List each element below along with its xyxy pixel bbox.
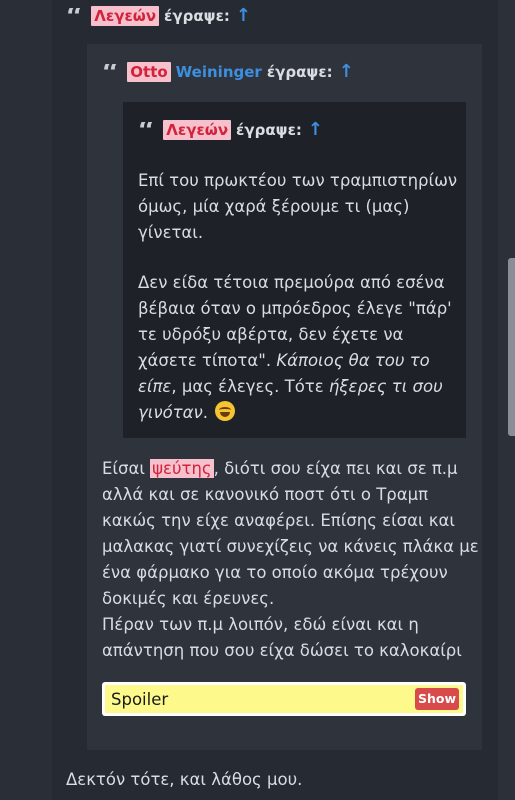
text-line: Επί του πρωκτέου των τραμπιστηρίων <box>138 171 458 190</box>
highlighted-word: ψεύτης <box>150 459 214 478</box>
text-span: , διότι σου είχα πει και σε π.μ <box>213 459 458 478</box>
quote-2-author-first[interactable]: Otto <box>127 62 171 82</box>
text-line: Πέραν των π.μ λοιπόν, εδώ είναι και η <box>102 615 419 634</box>
text-line: κακώς την είχε αναφέρει. Επίσης είσαι κα… <box>102 511 455 530</box>
quote-icon: “ <box>66 8 83 24</box>
text-span: Είσαι <box>102 459 151 478</box>
spoiler-show-button[interactable]: Show <box>414 688 459 710</box>
quote-1-attribution: “ Λεγεών έγραψε: ↑ <box>66 6 251 26</box>
quote-icon: “ <box>138 122 155 138</box>
text-line: είπε, μας έλεγες. Τότε ήξερες τι σου <box>138 374 452 400</box>
quote-3-wrote-label: έγραψε: <box>236 121 302 139</box>
text-line: γινόταν. <box>138 400 452 426</box>
spoiler-label: Spoiler <box>111 689 169 709</box>
reply-body: Είσαι ψεύτης, διότι σου είχα πει και σε … <box>102 456 479 664</box>
quote-3-paragraph-2: Δεν είδα τέτοια πρεμούρα από εσένα βέβαι… <box>138 270 452 426</box>
quote-3-paragraph-1: Επί του πρωκτέου των τραμπιστηρίων όμως,… <box>138 168 457 246</box>
italic-text: γινόταν <box>138 403 203 422</box>
laughing-emoji-icon <box>215 401 236 421</box>
quote-1-author-link[interactable]: Λεγεών <box>91 6 160 26</box>
up-arrow-icon[interactable]: ↑ <box>339 63 354 81</box>
spoiler-header: Spoiler Show <box>105 685 463 713</box>
quote-3-author-link[interactable]: Λεγεών <box>163 120 232 140</box>
text-line: όμως, μία χαρά ξέρουμε τι (μας) <box>138 197 410 216</box>
text-line: δοκιμές και έρευνες. <box>102 589 275 608</box>
up-arrow-icon[interactable]: ↑ <box>236 7 251 25</box>
scrollbar-thumb[interactable] <box>508 258 515 436</box>
text-span: . <box>202 403 208 422</box>
left-margin <box>0 0 52 800</box>
text-line: αλλά και σε κανονικό ποστ ότι ο Τραμπ <box>102 485 429 504</box>
quote-2-attribution: “ Otto Weininger έγραψε: ↑ <box>102 62 354 82</box>
up-arrow-icon[interactable]: ↑ <box>308 121 323 139</box>
forum-page: “ Λεγεών έγραψε: ↑ “ Otto Weininger έγρα… <box>0 0 515 800</box>
text-line: Είσαι ψεύτης, διότι σου είχα πει και σε … <box>102 456 479 482</box>
text-span: , μας έλεγες. Τότε <box>171 377 329 396</box>
text-line: τε υδρόξυ αβέρτα, δεν έχετε να <box>138 325 404 344</box>
quote-1-wrote-label: έγραψε: <box>164 7 230 25</box>
quote-icon: “ <box>102 64 119 80</box>
quote-3-attribution: “ Λεγεών έγραψε: ↑ <box>138 120 323 140</box>
text-line: βέβαια όταν ο μπρόεδρος έλεγε "πάρ' <box>138 299 452 318</box>
text-line: Δεν είδα τέτοια πρεμούρα από εσένα <box>138 273 445 292</box>
text-line: ένα φάρμακο για το οποίο ακόμα τρέχουν <box>102 563 448 582</box>
text-span: χάσετε τίποτα". <box>138 351 277 370</box>
quote-2-author-last[interactable]: Weininger <box>176 63 262 81</box>
post-footer-text: Δεκτόν τότε, και λάθος μου. <box>66 770 303 789</box>
italic-text: Κάποιος θα του το <box>276 351 430 370</box>
italic-text: ήξερες τι σου <box>328 377 443 396</box>
spoiler-box: Spoiler Show <box>102 682 466 716</box>
quote-2-wrote-label: έγραψε: <box>266 63 333 81</box>
text-line: γίνεται. <box>138 223 204 242</box>
text-line: απάντηση που σου είχα δώσει το καλοκαίρι <box>102 641 462 660</box>
italic-text: είπε <box>138 377 172 396</box>
text-line: χάσετε τίποτα". Κάποιος θα του το <box>138 348 452 374</box>
text-line: μαλακας γιατί συνεχίζεις να κάνεις πλάκα… <box>102 537 479 556</box>
